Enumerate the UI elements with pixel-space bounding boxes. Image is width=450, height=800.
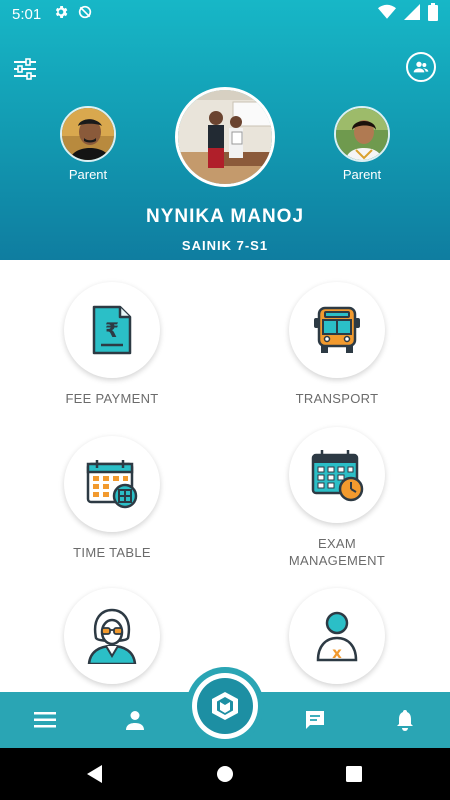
student-class: SAINIK 7-S1	[181, 238, 269, 253]
time-table-label: TIME TABLE	[73, 545, 151, 560]
home-logo-icon	[212, 692, 238, 720]
student-avatar[interactable]	[175, 87, 275, 187]
exam-management-icon-circle[interactable]	[289, 427, 385, 523]
home-circle-icon	[217, 766, 233, 782]
absent-user-icon: x	[316, 611, 358, 662]
exam-label-line2: MANAGEMENT	[288, 553, 386, 568]
time-table-icon-circle[interactable]	[64, 436, 160, 532]
attendance-tile[interactable]: x	[252, 588, 422, 684]
time-table-tile[interactable]: TIME TABLE	[27, 436, 197, 561]
battery-icon	[428, 3, 438, 25]
messages-button[interactable]	[303, 708, 327, 732]
svg-text:x: x	[332, 644, 342, 662]
exam-management-label: EXAM MANAGEMENT	[252, 535, 422, 569]
home-logo-button[interactable]	[192, 673, 258, 739]
attendance-icon-circle[interactable]: x	[289, 588, 385, 684]
teacher-icon	[87, 608, 137, 664]
svg-text:₹: ₹	[105, 318, 119, 342]
signal-icon	[404, 4, 420, 24]
transport-icon-circle[interactable]	[289, 282, 385, 378]
contacts-icon	[413, 61, 429, 73]
notifications-button[interactable]	[393, 708, 417, 732]
filter-settings-button[interactable]	[12, 56, 38, 82]
calendar-clock-icon	[311, 450, 364, 502]
profile-icon	[126, 711, 144, 730]
parent-label-left: Parent	[68, 167, 108, 182]
sync-off-icon	[77, 4, 93, 24]
status-bar: 5:01	[0, 0, 450, 28]
recents-square-icon	[346, 766, 362, 782]
chat-icon	[306, 711, 324, 729]
parent-avatar-left[interactable]	[60, 106, 116, 162]
teacher-icon-circle[interactable]	[64, 588, 160, 684]
home-system-button[interactable]	[216, 765, 234, 788]
home-logo-ring	[197, 678, 253, 734]
parent-label-right: Parent	[342, 167, 382, 182]
exam-label-line1: EXAM	[317, 536, 357, 551]
exam-management-tile[interactable]: EXAM MANAGEMENT	[252, 427, 422, 569]
fee-payment-tile[interactable]: ₹ FEE PAYMENT	[27, 282, 197, 407]
calendar-add-icon	[86, 460, 138, 509]
back-triangle-icon	[87, 765, 102, 783]
back-button[interactable]	[86, 764, 104, 789]
teacher-tile[interactable]	[27, 588, 197, 684]
bell-icon	[397, 710, 413, 731]
wifi-icon	[378, 4, 396, 24]
sliders-icon	[14, 58, 36, 80]
recents-button[interactable]	[346, 766, 362, 787]
parent-avatar-right[interactable]	[334, 106, 390, 162]
fee-payment-icon-circle[interactable]: ₹	[64, 282, 160, 378]
gear-icon	[53, 4, 69, 24]
profile-button[interactable]	[123, 708, 147, 732]
rupee-document-icon: ₹	[92, 305, 132, 355]
status-time: 5:01	[12, 5, 42, 23]
menu-icon	[34, 712, 56, 728]
profile-header: 5:01 Parent Parent NYNIKA MANOJ SAINIK 7…	[0, 0, 450, 260]
fee-payment-label: FEE PAYMENT	[65, 391, 159, 406]
system-navigation-bar	[0, 748, 450, 800]
menu-button[interactable]	[33, 708, 57, 732]
transport-tile[interactable]: TRANSPORT	[252, 282, 422, 407]
bus-icon	[314, 306, 360, 353]
switch-profile-button[interactable]	[406, 52, 436, 82]
student-name: NYNIKA MANOJ	[145, 206, 305, 227]
transport-label: TRANSPORT	[295, 391, 379, 406]
